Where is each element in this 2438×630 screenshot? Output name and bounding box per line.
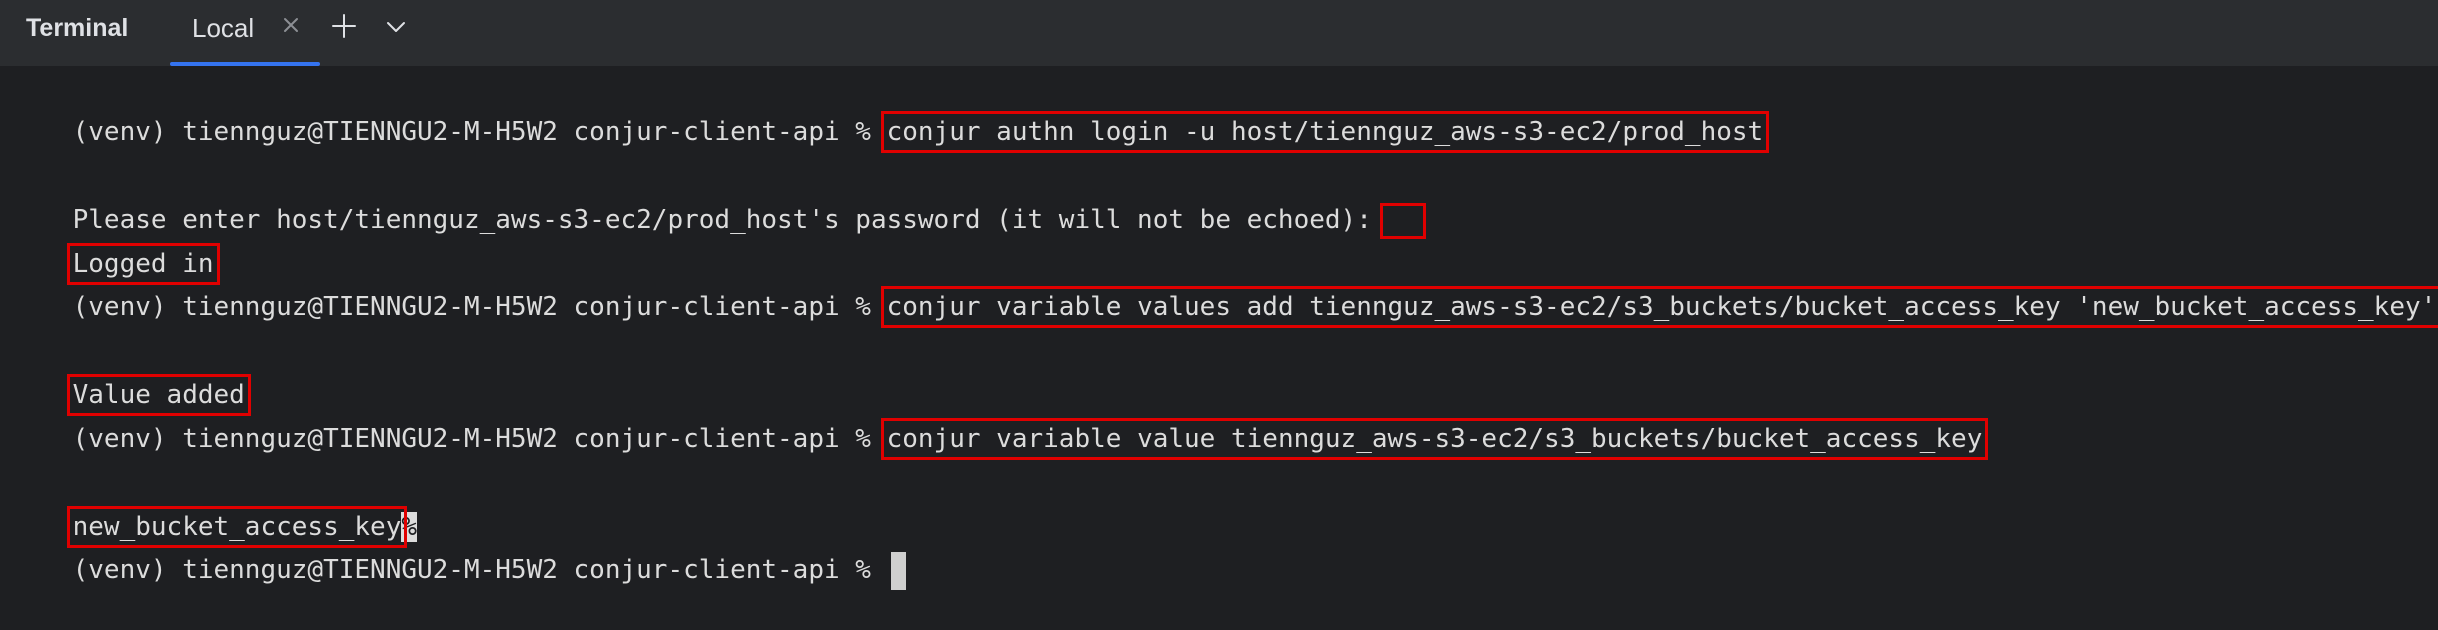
tool-window-title: Terminal — [26, 14, 129, 42]
password-prompt: Please enter host/tiennguz_aws-s3-ec2/pr… — [72, 205, 1372, 235]
terminal-line: (venv) tiennguz@TIENNGU2-M-H5W2 conjur-c… — [10, 72, 1770, 153]
shell-prompt: (venv) tiennguz@TIENNGU2-M-H5W2 conjur-c… — [72, 292, 887, 322]
terminal-line: Logged in — [10, 204, 220, 285]
chevron-down-icon[interactable] — [384, 16, 408, 38]
terminal-line: (venv) tiennguz@TIENNGU2-M-H5W2 conjur-c… — [10, 510, 906, 590]
close-icon[interactable] — [280, 14, 302, 36]
command-variable-value: conjur variable value tiennguz_aws-s3-ec… — [880, 418, 1989, 460]
terminal-output[interactable]: (venv) tiennguz@TIENNGU2-M-H5W2 conjur-c… — [0, 67, 2438, 590]
tab-label: Local — [192, 13, 255, 43]
password-entry-box — [1379, 202, 1426, 239]
command-variable-values-add: conjur variable values add tiennguz_aws-… — [880, 286, 2438, 328]
active-tab-indicator — [170, 62, 320, 66]
plus-icon[interactable] — [330, 12, 358, 40]
shell-prompt: (venv) tiennguz@TIENNGU2-M-H5W2 conjur-c… — [72, 555, 887, 585]
terminal-line: new_bucket_access_key% — [10, 467, 418, 548]
shell-prompt: (venv) tiennguz@TIENNGU2-M-H5W2 conjur-c… — [72, 424, 887, 454]
terminal-line: (venv) tiennguz@TIENNGU2-M-H5W2 conjur-c… — [10, 247, 2438, 328]
terminal-cursor — [890, 551, 906, 590]
terminal-line: Value added — [10, 335, 251, 416]
terminal-tab-bar: Terminal Local — [0, 0, 2438, 67]
tab-local[interactable]: Local — [170, 0, 320, 66]
shell-prompt: (venv) tiennguz@TIENNGU2-M-H5W2 conjur-c… — [72, 117, 887, 147]
terminal-line: (venv) tiennguz@TIENNGU2-M-H5W2 conjur-c… — [10, 379, 1989, 460]
command-authn-login: conjur authn login -u host/tiennguz_aws-… — [880, 111, 1770, 153]
terminal-line: Please enter host/tiennguz_aws-s3-ec2/pr… — [10, 160, 1426, 239]
